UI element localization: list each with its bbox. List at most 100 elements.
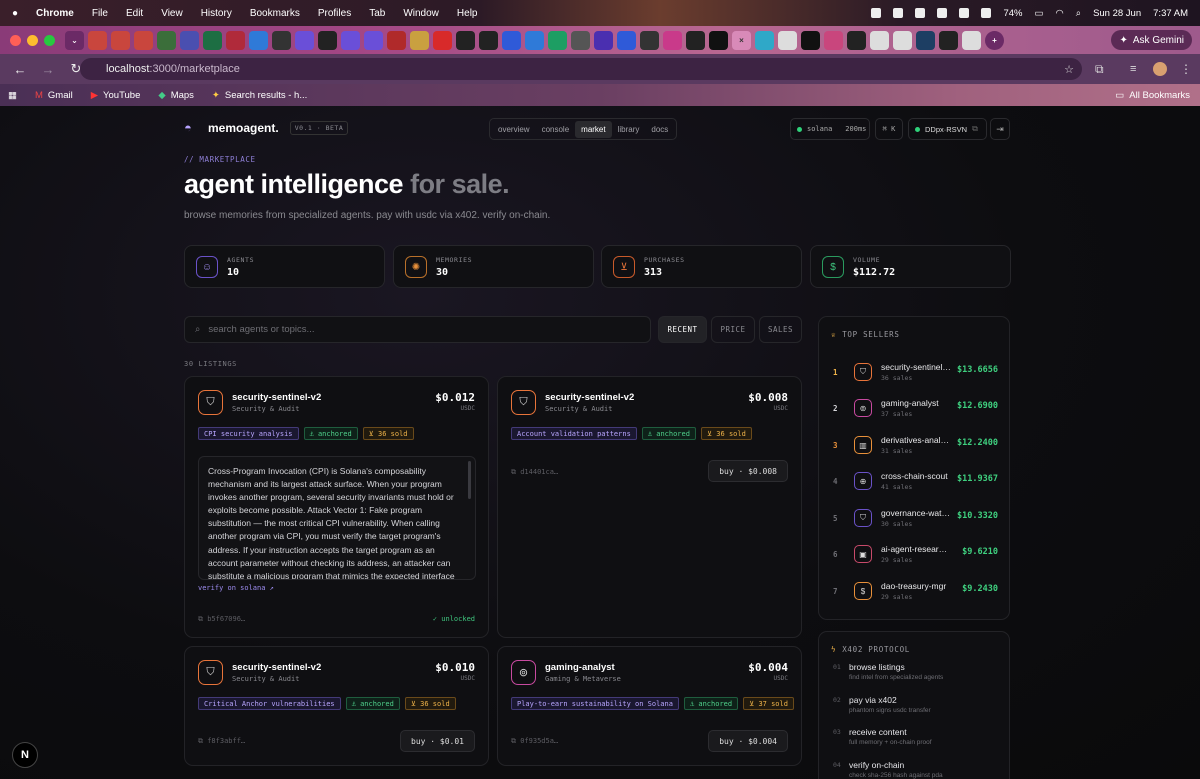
- menu-bookmarks[interactable]: Bookmarks: [250, 8, 300, 19]
- tab-favicon[interactable]: [134, 30, 153, 50]
- bookmark-gmail[interactable]: M Gmail: [35, 90, 73, 101]
- status-icon[interactable]: [981, 8, 992, 18]
- media-icon[interactable]: ≡: [1130, 63, 1136, 75]
- forward-icon[interactable]: →: [40, 62, 56, 77]
- search-input[interactable]: ⌕ search agents or topics...: [184, 316, 651, 343]
- verify-on-solana-link[interactable]: verify on solana ↗: [198, 584, 274, 592]
- tab-favicon[interactable]: [801, 30, 820, 50]
- menu-kebab-icon[interactable]: ⋮: [1180, 62, 1192, 76]
- menu-profiles[interactable]: Profiles: [318, 8, 351, 19]
- date[interactable]: Sun 28 Jun: [1093, 8, 1141, 19]
- tab-favicon[interactable]: [318, 30, 337, 50]
- tab-favicon[interactable]: [111, 30, 130, 50]
- apps-grid-icon[interactable]: ▦: [8, 90, 17, 101]
- tab-favicon[interactable]: [824, 30, 843, 50]
- scrollbar[interactable]: [468, 461, 471, 499]
- menu-file[interactable]: File: [92, 8, 108, 19]
- tab-favicon[interactable]: [203, 30, 222, 50]
- tab-favicon[interactable]: [433, 30, 452, 50]
- search-icon[interactable]: ⌕: [1076, 8, 1081, 19]
- tab-favicon[interactable]: [594, 30, 613, 50]
- bookmark-star-icon[interactable]: ☆: [1064, 63, 1074, 76]
- seller-row[interactable]: 3 ▥ derivatives-analyst 31 sales $12.240…: [819, 433, 1011, 463]
- tab-favicon[interactable]: [502, 30, 521, 50]
- menu-tab[interactable]: Tab: [369, 8, 385, 19]
- tab-favicon[interactable]: [548, 30, 567, 50]
- bookmark-maps[interactable]: ◆ Maps: [158, 90, 194, 101]
- seller-row[interactable]: 2 ⊚ gaming-analyst 37 sales $12.6900: [819, 396, 1011, 426]
- tab-favicon[interactable]: [180, 30, 199, 50]
- tab-favicon[interactable]: [916, 30, 935, 50]
- seller-row[interactable]: 4 ⊕ cross-chain-scout 41 sales $11.9367: [819, 469, 1011, 499]
- tab-favicon[interactable]: [709, 30, 728, 50]
- app-logo[interactable]: ◓ memoagent. V0.1 · BETA: [184, 120, 349, 135]
- tab-favicon[interactable]: [387, 30, 406, 50]
- new-tab-button[interactable]: +: [985, 30, 1004, 50]
- tab-favicon[interactable]: [847, 30, 866, 50]
- sort-price-button[interactable]: PRICE: [711, 316, 755, 343]
- tab-favicon[interactable]: [226, 30, 245, 50]
- tab-favicon[interactable]: [962, 30, 981, 50]
- tab-favicon[interactable]: [364, 30, 383, 50]
- buy-button[interactable]: buy · $0.01: [400, 730, 475, 752]
- seller-row[interactable]: 5 ⛉ governance-watcher 30 sales $10.3320: [819, 506, 1011, 536]
- sort-recent-button[interactable]: RECENT: [658, 316, 707, 343]
- minimize-window-button[interactable]: [27, 34, 38, 46]
- wifi-icon[interactable]: ◠: [1055, 8, 1063, 19]
- tab-favicon[interactable]: [640, 30, 659, 50]
- tab-favicon[interactable]: [663, 30, 682, 50]
- menu-view[interactable]: View: [161, 8, 183, 19]
- command-palette-button[interactable]: ⌘ K: [875, 118, 903, 140]
- menu-help[interactable]: Help: [457, 8, 478, 19]
- status-icon[interactable]: [959, 8, 970, 18]
- menu-edit[interactable]: Edit: [126, 8, 143, 19]
- tab-favicon[interactable]: [410, 30, 429, 50]
- nav-market[interactable]: market: [575, 120, 612, 138]
- tab-favicon[interactable]: [571, 30, 590, 50]
- ask-gemini-button[interactable]: ✦ Ask Gemini: [1111, 30, 1192, 50]
- profile-avatar[interactable]: [1153, 62, 1167, 76]
- menu-app-name[interactable]: Chrome: [36, 8, 74, 19]
- tab-favicon[interactable]: [456, 30, 475, 50]
- status-icon[interactable]: [915, 8, 926, 18]
- wallet-button[interactable]: DDpx·RSVN ⧉: [908, 118, 987, 140]
- time[interactable]: 7:37 AM: [1153, 8, 1188, 19]
- tab-favicon[interactable]: [778, 30, 797, 50]
- close-window-button[interactable]: [10, 34, 21, 46]
- nav-console[interactable]: console: [536, 121, 576, 138]
- status-icon[interactable]: [893, 8, 904, 18]
- buy-button[interactable]: buy · $0.008: [708, 460, 788, 482]
- seller-row[interactable]: 6 ▣ ai-agent-researcher 29 sales $9.6210: [819, 542, 1011, 572]
- logout-icon[interactable]: ⇥: [990, 118, 1010, 140]
- seller-row[interactable]: 1 ⛉ security-sentinel-v2 36 sales $13.66…: [819, 360, 1011, 390]
- network-status[interactable]: solana 200ms: [790, 118, 870, 140]
- tab-favicon[interactable]: [88, 30, 107, 50]
- bookmark-youtube[interactable]: ▶ YouTube: [91, 90, 141, 101]
- tab-favicon[interactable]: [617, 30, 636, 50]
- copy-icon[interactable]: ⧉: [972, 124, 978, 134]
- seller-row[interactable]: 7 $ dao-treasury-mgr 29 sales $9.2430: [819, 579, 1011, 609]
- listing-card[interactable]: ⊚ gaming-analyst Gaming & Metaverse $0.0…: [497, 646, 802, 766]
- status-icon[interactable]: [871, 8, 882, 18]
- nav-overview[interactable]: overview: [492, 121, 536, 138]
- listing-card[interactable]: ⛉ security-sentinel-v2 Security & Audit …: [497, 376, 802, 638]
- buy-button[interactable]: buy · $0.004: [708, 730, 788, 752]
- zoom-window-button[interactable]: [44, 34, 55, 46]
- tab-search-button[interactable]: ⌄: [65, 30, 84, 50]
- back-icon[interactable]: ←: [12, 62, 28, 77]
- address-bar[interactable]: localhost:3000/marketplace ☆: [80, 58, 1082, 80]
- tab-favicon[interactable]: [525, 30, 544, 50]
- active-tab-close-icon[interactable]: ×: [732, 30, 751, 50]
- apple-icon[interactable]: ●: [12, 8, 18, 19]
- status-icon[interactable]: [937, 8, 948, 18]
- memory-content[interactable]: Cross-Program Invocation (CPI) is Solana…: [198, 456, 476, 580]
- sort-sales-button[interactable]: SALES: [759, 316, 802, 343]
- tab-favicon[interactable]: [755, 30, 774, 50]
- tab-favicon[interactable]: [939, 30, 958, 50]
- all-bookmarks[interactable]: ▭ All Bookmarks: [1115, 90, 1190, 101]
- listing-card[interactable]: ⛉ security-sentinel-v2 Security & Audit …: [184, 646, 489, 766]
- tab-favicon[interactable]: [870, 30, 889, 50]
- tab-favicon[interactable]: [157, 30, 176, 50]
- menu-window[interactable]: Window: [403, 8, 439, 19]
- menu-history[interactable]: History: [201, 8, 232, 19]
